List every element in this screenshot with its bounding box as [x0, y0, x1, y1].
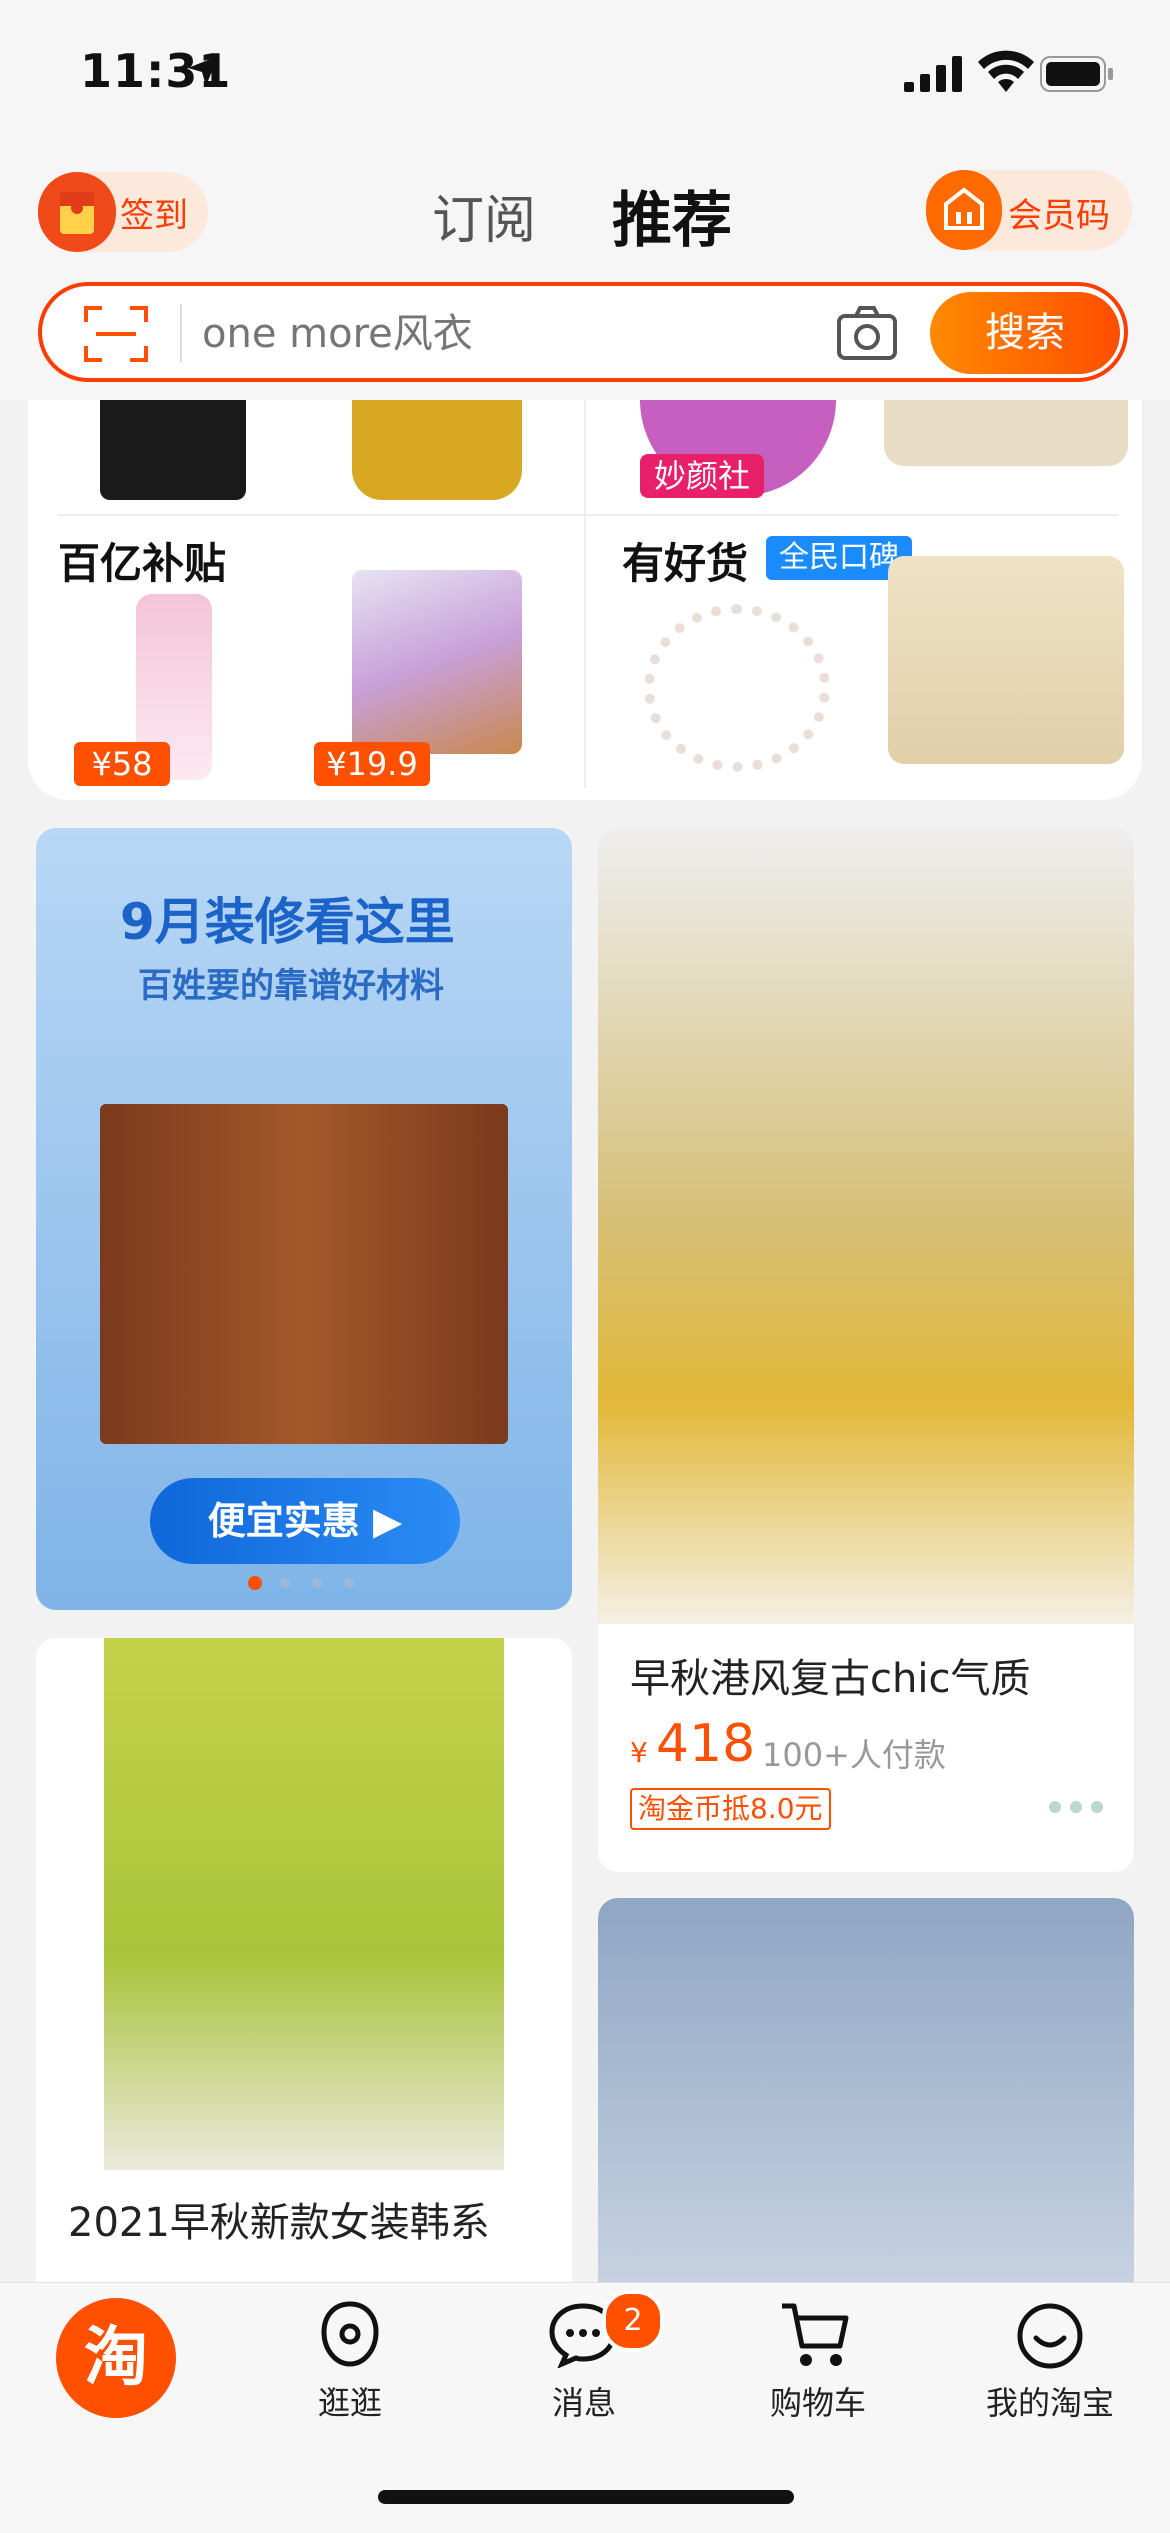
tab-my-taobao[interactable]: 我的淘宝 [950, 2378, 1150, 2424]
red-envelope-icon [38, 172, 116, 252]
tab-recommend[interactable]: 推荐 [612, 172, 732, 259]
product-title[interactable]: 早秋港风复古chic气质 [630, 1646, 1030, 1704]
product-thumbnail[interactable] [884, 400, 1128, 466]
carousel-dot [344, 1578, 354, 1588]
product-image[interactable] [104, 1638, 504, 2170]
wardrobe-image [100, 1104, 508, 1444]
home-taobao-button[interactable]: 淘 [56, 2298, 176, 2418]
banner-subtitle: 百姓要的靠谱好材料 [138, 966, 444, 1006]
paid-count: 100+人付款 [762, 1736, 946, 1774]
scan-icon[interactable] [84, 304, 148, 364]
guangguang-icon[interactable] [318, 2300, 382, 2370]
more-icon[interactable] [1048, 1800, 1104, 1814]
battery-icon [1040, 56, 1113, 92]
product-thumbnail[interactable] [100, 400, 246, 500]
banner-button[interactable]: 便宜实惠 ▶ [150, 1478, 460, 1564]
miaoyan-badge: 妙颜社 [640, 454, 764, 498]
play-icon: ▶ [373, 1499, 403, 1543]
carousel-dot [280, 1578, 290, 1588]
message-badge: 2 [602, 2290, 664, 2352]
product-thumbnail[interactable] [352, 400, 522, 500]
search-input[interactable] [202, 308, 762, 360]
divider [58, 514, 1118, 516]
product-image[interactable] [598, 1898, 1134, 2318]
price-tag: ¥58 [74, 742, 170, 786]
good-goods-title[interactable]: 有好货 [622, 530, 748, 591]
carousel-dot [312, 1578, 322, 1588]
search-button[interactable]: 搜索 [930, 292, 1120, 374]
banner-button-label: 便宜实惠 [207, 1499, 360, 1543]
price-tag: ¥19.9 [314, 742, 430, 786]
product-thumbnail[interactable] [352, 570, 522, 754]
currency-symbol: ¥ [630, 1736, 648, 1769]
my-taobao-icon[interactable] [1016, 2302, 1084, 2370]
divider [584, 400, 586, 788]
product-title[interactable]: 2021早秋新款女装韩系 [68, 2190, 490, 2248]
coupon-tag: 淘金币抵8.0元 [630, 1788, 831, 1830]
member-code-label: 会员码 [1008, 196, 1110, 236]
product-image[interactable] [598, 828, 1134, 1624]
tab-cart[interactable]: 购物车 [718, 2378, 918, 2424]
tab-subscribe[interactable]: 订阅 [432, 178, 536, 253]
tab-guangguang[interactable]: 逛逛 [250, 2378, 450, 2424]
subsidy-title[interactable]: 百亿补贴 [58, 530, 226, 591]
banner-title: 9月装修看这里 [120, 893, 455, 951]
store-icon [926, 170, 1002, 250]
shopping-cart-icon[interactable] [780, 2300, 852, 2370]
product-price: 418 [656, 1714, 756, 1774]
wifi-icon [978, 50, 1034, 92]
cellular-signal-icon [904, 56, 962, 92]
product-thumbnail[interactable] [888, 556, 1124, 764]
location-arrow-icon [188, 56, 218, 86]
product-thumbnail[interactable] [644, 604, 830, 772]
carousel-dot [248, 1576, 262, 1590]
tab-messages[interactable]: 消息 [484, 2378, 684, 2424]
home-indicator [378, 2490, 794, 2504]
camera-icon[interactable] [836, 304, 898, 362]
sign-in-label: 签到 [120, 196, 188, 236]
search-divider [180, 304, 182, 362]
